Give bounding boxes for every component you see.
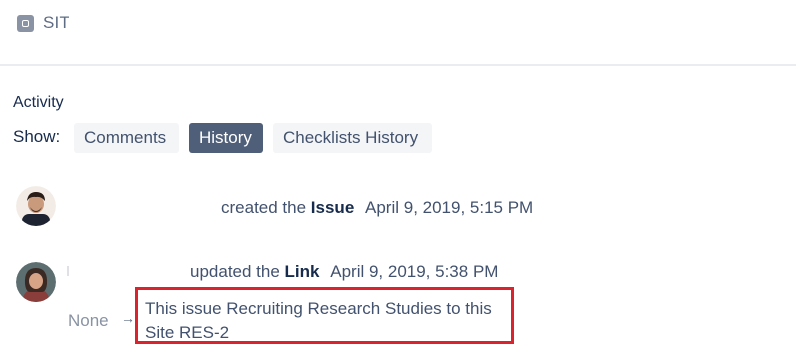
avatar[interactable] — [16, 262, 56, 302]
tab-checklists-history[interactable]: Checklists History — [273, 123, 432, 153]
new-value: This issue Recruiting Research Studies t… — [145, 299, 492, 342]
avatar[interactable] — [16, 186, 56, 226]
entry-date[interactable]: April 9, 2019, 5:15 PM — [365, 198, 533, 217]
entry-action: created the — [221, 198, 307, 217]
issue-type-icon — [17, 15, 34, 32]
issue-activity-panel: SIT Activity Show: Comments History Chec… — [0, 0, 796, 357]
activity-title: Activity — [13, 94, 64, 111]
show-label: Show: — [13, 127, 61, 146]
entry-object: Link — [284, 262, 320, 281]
entry-object: Issue — [310, 198, 355, 217]
old-value: None — [68, 311, 109, 330]
activity-entry-created: created the Issue April 9, 2019, 5:15 PM — [221, 198, 533, 218]
entry-action: updated the — [190, 262, 280, 281]
tab-comments[interactable]: Comments — [74, 123, 179, 153]
activity-entry-updated: updated the Link April 9, 2019, 5:38 PM — [190, 262, 498, 282]
header-strip: SIT — [0, 0, 796, 66]
issue-key-label[interactable]: SIT — [43, 13, 69, 33]
divider — [67, 266, 69, 276]
entry-date[interactable]: April 9, 2019, 5:38 PM — [330, 262, 498, 281]
tab-history[interactable]: History — [189, 123, 263, 153]
arrow-right-icon: → — [121, 310, 135, 326]
